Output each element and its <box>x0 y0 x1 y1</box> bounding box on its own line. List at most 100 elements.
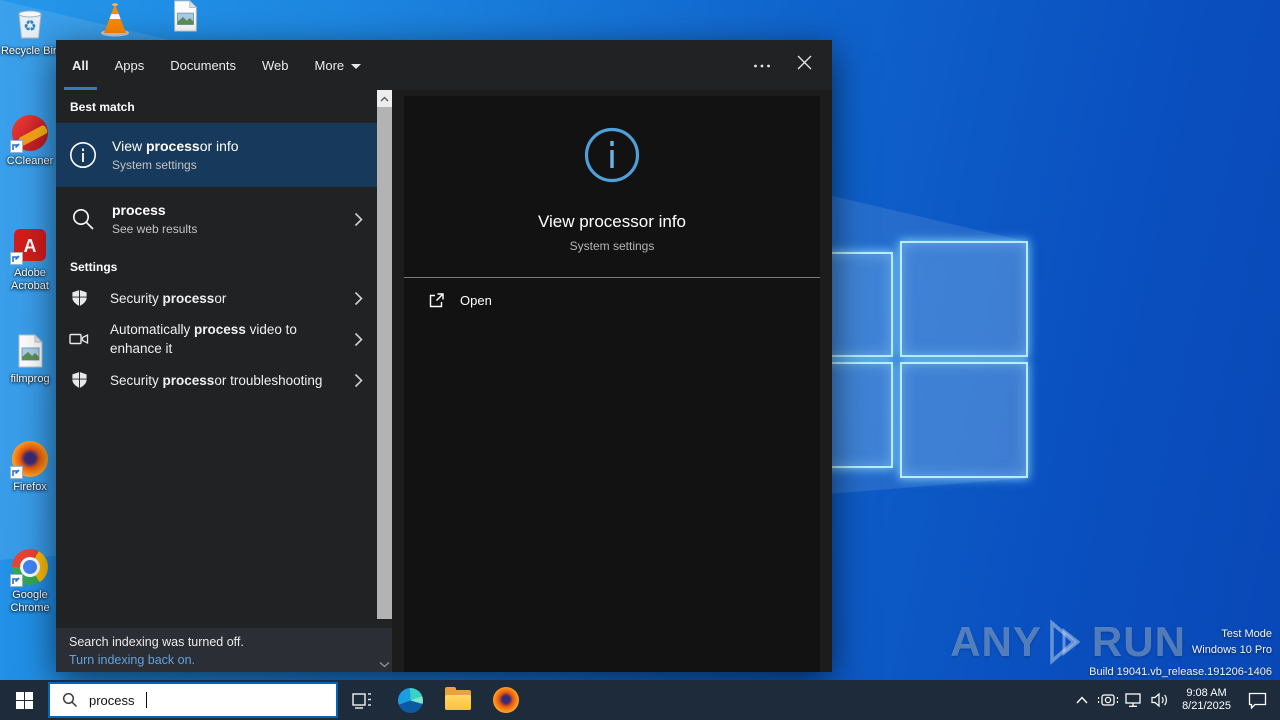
best-match-header: Best match <box>70 100 135 114</box>
close-icon <box>797 55 812 70</box>
setting-process-video[interactable]: Automatically process video to enhance i… <box>56 316 377 362</box>
chevron-up-icon <box>1076 696 1088 704</box>
text-cursor <box>145 692 147 708</box>
tab-all[interactable]: All <box>64 58 97 90</box>
chevron-right-icon[interactable] <box>354 373 363 388</box>
svg-text:A: A <box>24 236 37 256</box>
info-circle-icon <box>66 141 100 169</box>
edge-taskbar-button[interactable] <box>386 680 434 720</box>
preview-title: View processor info <box>537 212 687 231</box>
indexing-footer: Search indexing was turned off. Turn ind… <box>56 628 392 672</box>
desktop-icon-label: Firefox <box>13 481 47 493</box>
search-input-value: process <box>89 692 135 708</box>
result-view-processor-info[interactable]: View processor info System settings <box>56 123 377 187</box>
system-tray: 9:08 AM 8/21/2025 <box>1069 680 1280 720</box>
shortcut-arrow-icon <box>10 574 23 587</box>
notification-icon <box>1248 692 1266 709</box>
scrollbar-thumb[interactable] <box>377 107 392 619</box>
tab-documents[interactable]: Documents <box>170 58 236 73</box>
result-web-search[interactable]: process See web results <box>56 195 377 243</box>
setting-security-processor-troubleshooting[interactable]: Security processor troubleshooting <box>56 362 377 398</box>
recycle-bin-icon: ♻ <box>11 4 49 42</box>
video-camera-icon <box>66 332 92 346</box>
screen-recorder-tray-button[interactable] <box>1095 680 1121 720</box>
desktop-icon-filmprog[interactable]: filmprog <box>0 332 62 386</box>
volume-tray-button[interactable] <box>1147 680 1173 720</box>
windows-logo-icon <box>15 691 33 709</box>
setting-label: Security processor troubleshooting <box>110 372 323 388</box>
shield-icon <box>66 289 92 307</box>
windows-logo-pane <box>900 362 1028 478</box>
action-center-button[interactable] <box>1240 680 1274 720</box>
task-view-button[interactable] <box>338 680 386 720</box>
tab-web[interactable]: Web <box>262 58 289 73</box>
desktop-icon-label: filmprog <box>10 373 50 385</box>
anyrun-brand-any: ANY <box>950 618 1042 665</box>
svg-text:♻: ♻ <box>23 17 36 35</box>
start-button[interactable] <box>0 680 48 720</box>
result-title: process <box>112 201 166 218</box>
setting-label: Security processor <box>110 290 227 306</box>
chevron-down-icon <box>351 63 362 69</box>
desktop-icon-recycle-bin[interactable]: ♻ Recycle Bin <box>0 4 62 58</box>
show-hidden-icons-button[interactable] <box>1069 680 1095 720</box>
ccleaner-icon <box>10 114 49 153</box>
tab-more[interactable]: More <box>315 58 362 73</box>
result-subtitle: System settings <box>112 157 197 172</box>
anyrun-play-icon <box>1050 619 1081 665</box>
clock-time: 9:08 AM <box>1186 687 1227 699</box>
taskbar-clock[interactable]: 9:08 AM 8/21/2025 <box>1182 687 1231 713</box>
edge-icon <box>397 687 423 713</box>
task-view-icon <box>352 693 371 709</box>
desktop-icon-google-chrome[interactable]: Google Chrome <box>0 548 62 615</box>
firefox-taskbar-button[interactable] <box>482 680 530 720</box>
desktop-icon-image-file[interactable] <box>153 0 217 35</box>
settings-header: Settings <box>70 260 118 274</box>
desktop-icon-vlc[interactable] <box>83 0 147 38</box>
result-subtitle: See web results <box>112 221 198 236</box>
more-options-button[interactable] <box>753 56 771 74</box>
indexing-link[interactable]: Turn indexing back on. <box>69 652 195 668</box>
desktop-icon-adobe-acrobat[interactable]: A Adobe Acrobat <box>0 226 62 293</box>
network-icon <box>1125 693 1141 707</box>
shortcut-arrow-icon <box>10 252 23 265</box>
setting-security-processor[interactable]: Security processor <box>56 280 377 316</box>
network-tray-button[interactable] <box>1121 680 1147 720</box>
setting-label: Automatically process video to enhance i… <box>110 322 297 356</box>
file-explorer-taskbar-button[interactable] <box>434 680 482 720</box>
shortcut-arrow-icon <box>10 466 23 479</box>
result-title: View processor info <box>112 137 239 154</box>
desktop-icon-ccleaner[interactable]: CCleaner <box>0 114 62 168</box>
open-icon <box>429 292 444 307</box>
vlc-cone-icon <box>96 0 134 38</box>
chevron-up-icon <box>380 96 389 101</box>
info-circle-icon-large <box>584 127 640 183</box>
firefox-icon <box>493 687 519 713</box>
chrome-icon <box>10 548 49 587</box>
chevron-right-icon[interactable] <box>354 291 363 306</box>
chevron-right-icon[interactable] <box>354 212 363 227</box>
scrollbar-up-button[interactable] <box>377 90 392 107</box>
close-button[interactable] <box>797 55 812 75</box>
chevron-down-icon <box>379 662 390 668</box>
preview-card: View processor info System settings Open <box>404 96 820 672</box>
chevron-right-icon[interactable] <box>354 332 363 347</box>
desktop-icon-label: Recycle Bin <box>0 45 60 57</box>
image-file-icon <box>11 332 49 370</box>
search-icon <box>66 206 100 232</box>
taskbar: process 9:08 AM 8/21/2025 <box>0 680 1280 720</box>
windows-logo-pane <box>900 241 1028 357</box>
preview-subtitle: System settings <box>569 239 655 253</box>
desktop-icon-label: CCleaner <box>6 155 54 167</box>
image-file-icon <box>166 0 204 35</box>
search-flyout: All Apps Documents Web More Best match V… <box>56 40 832 672</box>
test-mode-label: Test Mode <box>1221 628 1272 640</box>
indexing-message: Search indexing was turned off. <box>69 635 244 649</box>
tab-apps[interactable]: Apps <box>115 58 145 73</box>
ellipsis-icon <box>754 64 770 68</box>
taskbar-search-input[interactable]: process <box>48 682 338 718</box>
open-action[interactable]: Open <box>404 278 820 322</box>
desktop-icon-firefox[interactable]: Firefox <box>0 440 62 494</box>
scrollbar-down-button[interactable] <box>377 661 392 668</box>
results-scrollbar[interactable] <box>377 90 392 672</box>
